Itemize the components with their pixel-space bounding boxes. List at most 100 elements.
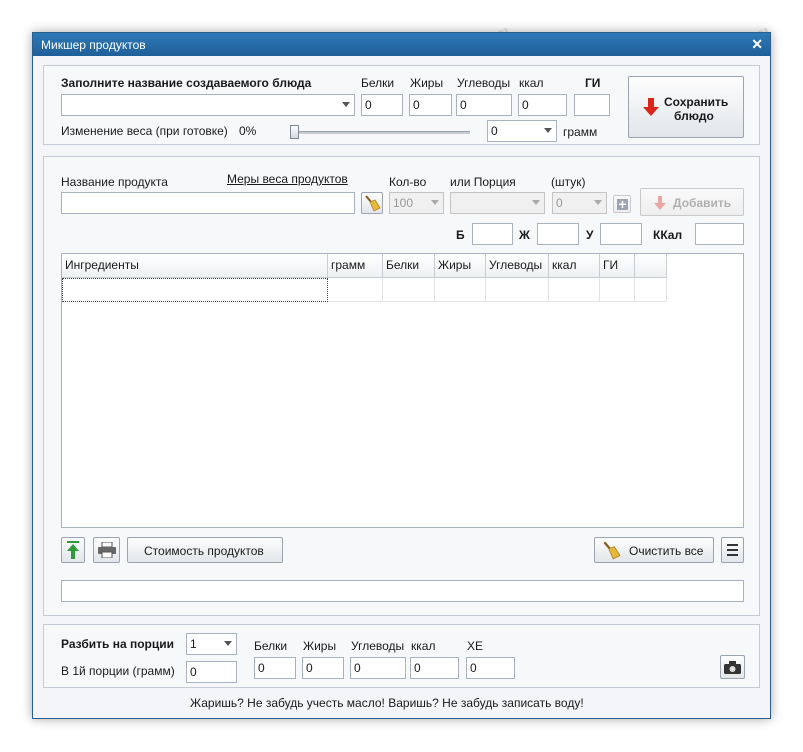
chevron-down-icon[interactable]	[224, 641, 232, 646]
status-field[interactable]	[61, 580, 744, 602]
plus-button[interactable]: +	[613, 195, 631, 213]
pieces-combo[interactable]: 0	[552, 192, 607, 214]
per-portion-label: В 1й порции (грамм)	[61, 664, 175, 678]
quantity-combo[interactable]: 100	[389, 192, 444, 214]
dish-fat-label: Жиры	[410, 76, 444, 90]
title-bar[interactable]: Микшер продуктов ✕	[33, 33, 770, 56]
portion-fat-field[interactable]: 0	[302, 657, 344, 679]
chevron-down-icon[interactable]	[342, 102, 350, 107]
kcal-field[interactable]	[695, 223, 744, 245]
split-portions-value: 1	[190, 637, 197, 651]
save-dish-label-1: Сохранить	[664, 95, 729, 109]
chevron-down-icon[interactable]	[532, 200, 540, 205]
save-dish-label-2: блюдо	[674, 109, 714, 123]
table-cell[interactable]	[600, 278, 635, 302]
table-cell-selected[interactable]	[62, 278, 328, 302]
export-button[interactable]	[61, 537, 85, 563]
printer-icon	[98, 542, 116, 558]
dish-carbs-label: Углеводы	[457, 76, 511, 90]
cost-button[interactable]: Стоимость продуктов	[127, 537, 283, 563]
table-cell[interactable]	[635, 278, 667, 302]
menu-button[interactable]	[721, 537, 744, 563]
table-cell[interactable]	[383, 278, 435, 302]
hamburger-menu-icon	[727, 544, 738, 556]
zh-field[interactable]	[537, 223, 579, 245]
dish-gi-field[interactable]	[574, 94, 610, 116]
products-panel: Название продукта Меры веса продуктов Ко…	[43, 156, 760, 616]
table-header-kcal[interactable]: ккал	[549, 254, 600, 278]
save-dish-button[interactable]: Сохранить блюдо	[628, 76, 744, 138]
portion-xe-field[interactable]: 0	[466, 657, 515, 679]
u-label: У	[586, 228, 594, 242]
arrow-down-icon	[643, 98, 659, 116]
dish-fat-field[interactable]: 0	[409, 94, 452, 116]
plus-icon: +	[617, 196, 628, 212]
dish-panel: Заполните название создаваемого блюда Бе…	[43, 65, 760, 145]
arrow-up-icon	[67, 541, 79, 559]
table-header-ingredients[interactable]: Ингредиенты	[62, 254, 328, 278]
quantity-value: 100	[393, 196, 414, 210]
chevron-down-icon[interactable]	[594, 200, 602, 205]
weight-grams-value: 0	[491, 124, 498, 138]
broom-button[interactable]	[361, 192, 383, 214]
weight-grams-combo[interactable]: 0	[487, 120, 557, 142]
pieces-label: (штук)	[551, 175, 586, 189]
ingredients-table[interactable]: Ингредиенты грамм Белки Жиры Углеводы кк…	[61, 253, 744, 528]
weight-measures-link[interactable]: Меры веса продуктов	[227, 172, 348, 186]
clear-all-button[interactable]: Очистить все	[594, 537, 714, 563]
dish-kcal-field[interactable]: 0	[518, 94, 567, 116]
weight-unit-label: грамм	[563, 125, 598, 139]
split-portions-label: Разбить на порции	[61, 637, 175, 651]
per-portion-field[interactable]: 0	[186, 661, 237, 683]
portion-xe-label: ХЕ	[467, 639, 484, 653]
table-header-grams[interactable]: грамм	[328, 254, 383, 278]
table-cell[interactable]	[549, 278, 600, 302]
weight-slider-thumb[interactable]	[290, 125, 299, 139]
footer-hint: Жаришь? Не забудь учесть масло! Варишь? …	[190, 696, 584, 710]
table-header-protein[interactable]: Белки	[383, 254, 435, 278]
window-title: Микшер продуктов	[41, 38, 146, 52]
portion-kcal-label: ккал	[411, 639, 436, 653]
table-header-extra	[635, 254, 667, 278]
quantity-label: Кол-во	[389, 175, 427, 189]
dish-protein-label: Белки	[361, 76, 395, 90]
u-field[interactable]	[600, 223, 642, 245]
portion-carbs-field[interactable]: 0	[350, 657, 406, 679]
portions-panel: Разбить на порции 1 В 1й порции (грамм) …	[43, 624, 760, 688]
b-field[interactable]	[472, 223, 513, 245]
print-button[interactable]	[93, 537, 120, 563]
table-cell[interactable]	[435, 278, 486, 302]
product-name-label: Название продукта	[61, 175, 168, 189]
dish-name-combo[interactable]	[61, 94, 355, 116]
split-portions-combo[interactable]: 1	[186, 633, 237, 655]
camera-button[interactable]	[720, 655, 745, 679]
camera-icon	[724, 661, 741, 674]
add-product-button[interactable]: Добавить	[640, 188, 744, 216]
close-icon[interactable]: ✕	[751, 36, 763, 53]
table-header-fat[interactable]: Жиры	[435, 254, 486, 278]
dish-carbs-field[interactable]: 0	[456, 94, 512, 116]
dish-kcal-label: ккал	[519, 76, 544, 90]
portion-kcal-field[interactable]: 0	[410, 657, 459, 679]
chevron-down-icon[interactable]	[544, 128, 552, 133]
weight-slider-track[interactable]	[290, 131, 470, 134]
portion-combo[interactable]	[450, 192, 545, 214]
table-header-carbs[interactable]: Углеводы	[486, 254, 549, 278]
clear-all-label: Очистить все	[629, 544, 704, 558]
add-product-label: Добавить	[673, 196, 732, 210]
cost-button-label: Стоимость продуктов	[144, 544, 264, 558]
mixer-window: Микшер продуктов ✕ Заполните название со…	[32, 32, 771, 719]
product-name-input[interactable]	[61, 192, 355, 214]
portion-protein-field[interactable]: 0	[254, 657, 296, 679]
chevron-down-icon[interactable]	[431, 200, 439, 205]
pieces-value: 0	[556, 196, 563, 210]
table-header-gi[interactable]: ГИ	[600, 254, 635, 278]
dish-gi-label: ГИ	[585, 76, 601, 90]
table-cell[interactable]	[486, 278, 549, 302]
portion-label: или Порция	[450, 175, 516, 189]
weight-change-label: Изменение веса (при готовке)	[61, 124, 228, 138]
zh-label: Ж	[519, 228, 530, 242]
table-cell[interactable]	[328, 278, 383, 302]
portion-fat-label: Жиры	[303, 639, 337, 653]
dish-protein-field[interactable]: 0	[361, 94, 403, 116]
